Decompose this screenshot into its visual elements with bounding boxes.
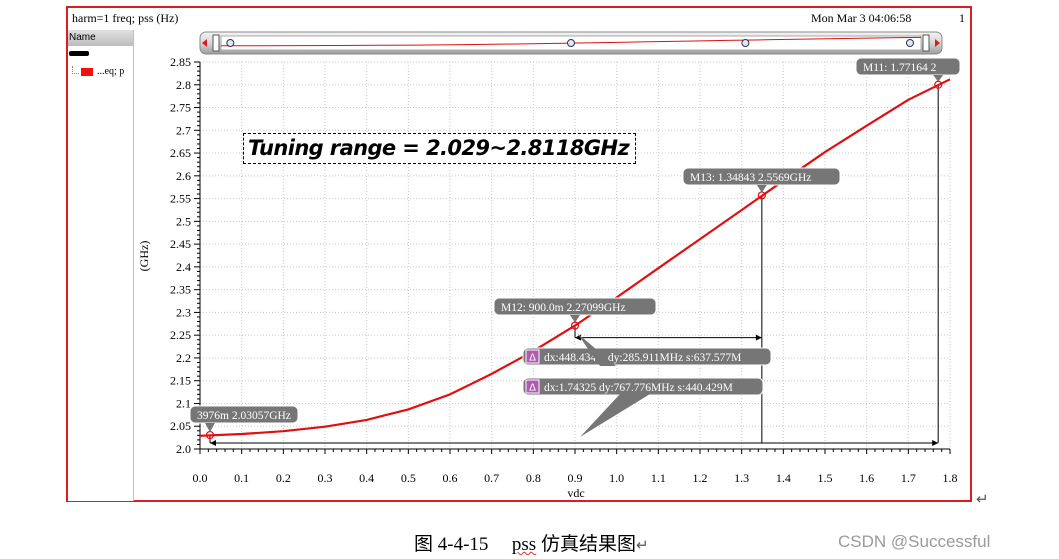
x-tick-label: 1.6 [859,471,874,485]
y-tick-label: 2.8 [176,78,191,92]
delta-icon-glyph: Δ [529,383,536,394]
marker-label-pointer [756,185,767,193]
y-axis-label: (GHz) [137,241,151,272]
tuning-range-annotation: Tuning range = 2.029~2.8118GHz [243,133,637,164]
marker-label-text: 3976m 2.03057GHz [197,410,291,422]
x-tick-label: 0.6 [443,471,458,485]
x-tick-label: 1.3 [734,471,749,485]
caption-prefix: 图 4-4-15 [414,534,489,555]
x-tick-label: 1.1 [651,471,666,485]
x-tick-label: 0.0 [193,471,208,485]
caption-pss: pss [511,534,537,555]
x-tick-label: 1.8 [943,471,958,485]
y-tick-label: 2.15 [170,374,191,388]
y-tick-label: 2.85 [170,55,191,69]
caption-suffix: 仿真结果图 [540,534,636,555]
y-tick-label: 2.6 [176,169,191,183]
y-tick-label: 2.55 [170,192,191,206]
marker-label-text: M13: 1.34843 2.5569GHz [690,172,811,184]
y-tick-label: 2.3 [176,305,191,319]
delta-label-text: dx:448.434m dy:285.911MHz s:637.577M [544,352,741,364]
y-tick-label: 2.5 [176,214,191,228]
delta-icon-glyph: Δ [529,353,536,364]
x-tick-label: 1.7 [901,471,916,485]
x-tick-label: 0.7 [484,471,499,485]
x-tick-label: 0.1 [234,471,249,485]
y-tick-label: 2.0 [176,442,191,456]
return-mark-icon: ↵ [976,492,989,508]
caption-return-icon: ↵ [635,538,649,554]
y-tick-label: 2.35 [170,283,191,297]
y-tick-label: 2.2 [176,351,191,365]
y-tick-label: 2.45 [170,237,191,251]
delta-arrow-m14-m11-head [932,440,939,446]
x-tick-label: 0.9 [568,471,583,485]
marker-label-text: M12: 900.0m 2.27099GHz [501,302,626,314]
y-tick-label: 2.7 [176,123,191,137]
y-tick-label: 2.05 [170,419,191,433]
y-tick-label: 2.25 [170,328,191,342]
chart: 0.0 0.1 0.2 0.3 0.4 0.5 0.6 0.7 0.8 0.9 1.0 1.1 1.2 1… [137,55,961,500]
x-tick-label: 0.5 [401,471,416,485]
x-tick-label: 1.2 [693,471,708,485]
x-axis-label: vdc [567,486,584,500]
x-tick-label: 0.4 [359,471,374,485]
x-tick-label: 0.8 [526,471,541,485]
x-tick-label: 0.3 [318,471,333,485]
watermark: CSDN @Successful [838,532,991,551]
y-tick-label: 2.4 [176,260,191,274]
marker-label-pointer [570,315,580,323]
x-tick-label: 1.0 [609,471,624,485]
y-tick-label: 2.1 [176,396,191,410]
delta-arrow-m14-m11-head [209,440,216,446]
marker-label-pointer [204,423,215,433]
x-tick-label: 1.5 [818,471,833,485]
marker-label-text: M11: 1.77164 2 [863,62,937,74]
delta-label-text: dx:1.74325 dy:767.776MHz s:440.429M [544,382,733,394]
x-tick-label: 0.2 [276,471,291,485]
delta-label-pointer [580,394,650,437]
x-tick-label: 1.4 [776,471,791,485]
y-tick-label: 2.65 [170,146,191,160]
figure-caption: 图 4-4-15 pss 仿真结果图↵ [414,529,649,556]
y-tick-label: 2.75 [170,101,191,115]
